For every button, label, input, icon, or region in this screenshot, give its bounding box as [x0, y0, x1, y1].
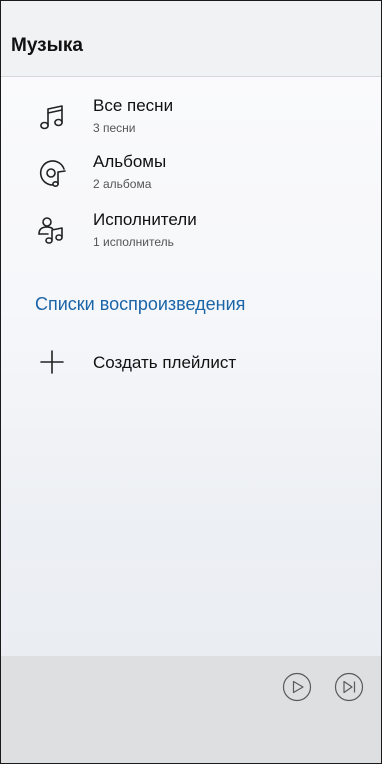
library-item-albums[interactable]: Альбомы 2 альбома: [1, 149, 381, 201]
library-item-count: 1 исполнитель: [93, 235, 174, 249]
player-bar: [1, 656, 381, 763]
playlists-section-title: Списки воспроизведения: [35, 294, 246, 314]
plus-icon: [40, 350, 64, 374]
create-playlist-label: Создать плейлист: [93, 353, 237, 372]
play-icon[interactable]: [282, 672, 312, 702]
library-item-count: 3 песни: [93, 121, 136, 135]
library-item-label: Альбомы: [93, 152, 167, 171]
album-icon: [39, 160, 66, 187]
library-item-count: 2 альбома: [93, 177, 152, 191]
create-playlist-button[interactable]: Создать плейлист: [31, 343, 351, 383]
music-app-screen: Музыка Все песни 3 песни Альбомы 2 альбо…: [0, 0, 382, 764]
artist-icon: [38, 217, 63, 244]
library-item-all-songs[interactable]: Все песни 3 песни: [1, 93, 381, 145]
library-item-label: Исполнители: [93, 210, 197, 229]
page-title: Музыка: [11, 35, 83, 56]
music-note-icon: [40, 105, 63, 130]
next-track-icon[interactable]: [334, 672, 364, 702]
library-item-label: Все песни: [93, 96, 174, 115]
app-header: Музыка: [1, 1, 381, 77]
library-item-artists[interactable]: Исполнители 1 исполнитель: [1, 207, 381, 259]
